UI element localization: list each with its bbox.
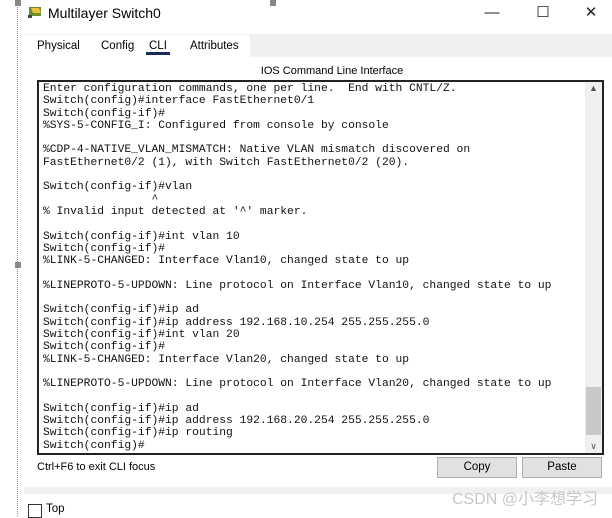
window-title: Multilayer Switch0: [48, 5, 161, 21]
top-label: Top: [46, 503, 65, 515]
terminal-line: Switch(config-if)#vlan: [43, 181, 193, 194]
terminal-line: %LINEPROTO-5-UPDOWN: Line protocol on In…: [43, 279, 552, 292]
scroll-up-icon[interactable]: ▲: [585, 83, 602, 93]
maximize-button[interactable]: ☐: [528, 2, 558, 24]
terminal-line: Switch(config-if)#: [43, 242, 166, 255]
terminal-line: Switch(config-if)#: [43, 341, 166, 354]
terminal-line: %CDP-4-NATIVE_VLAN_MISMATCH: Native VLAN…: [43, 144, 471, 157]
watermark: CSDN @小李想学习: [451, 491, 598, 508]
terminal-line: %LINEPROTO-5-UPDOWN: Line protocol on In…: [43, 378, 552, 391]
terminal-line: Switch(config)#interface FastEthernet0/1: [43, 95, 315, 108]
scrollbar-thumb[interactable]: [586, 387, 601, 435]
terminal-line: Switch(config-if)#ip address 192.168.20.…: [43, 415, 430, 428]
scroll-down-icon[interactable]: ∨: [585, 441, 602, 452]
minimize-button[interactable]: —: [477, 2, 507, 24]
cli-title: IOS Command Line Interface: [260, 65, 404, 77]
cli-focus-hint: Ctrl+F6 to exit CLI focus: [37, 461, 156, 473]
tab-cli[interactable]: CLI: [146, 40, 170, 55]
terminal-output[interactable]: Enter configuration commands, one per li…: [43, 83, 551, 452]
cli-terminal[interactable]: Enter configuration commands, one per li…: [37, 80, 604, 455]
tab-bar: Physical Config CLI Attributes: [24, 35, 250, 57]
switch-icon: [28, 7, 41, 18]
terminal-line: Switch(config-if)#int vlan 10: [43, 230, 240, 243]
terminal-line: Switch(config-if)#ip routing: [43, 427, 233, 440]
resize-handle[interactable]: [15, 262, 21, 268]
close-button[interactable]: ✕: [576, 2, 606, 24]
terminal-line: Switch(config-if)#int vlan 20: [43, 328, 240, 341]
terminal-line: Switch(config-if)#ip address 192.168.10.…: [43, 316, 430, 329]
paste-button[interactable]: Paste: [522, 457, 602, 478]
title-bar: Multilayer Switch0 — ☐ ✕: [20, 0, 612, 26]
terminal-line: % Invalid input detected at '^' marker.: [43, 205, 308, 218]
tab-physical[interactable]: Physical: [37, 40, 80, 52]
terminal-line: %LINK-5-CHANGED: Interface Vlan10, chang…: [43, 255, 410, 268]
selection-border: [17, 4, 18, 516]
terminal-line: Switch(config-if)#ip ad: [43, 304, 199, 317]
terminal-line: ^: [43, 193, 159, 206]
terminal-line: Switch(config-if)#: [43, 107, 166, 120]
tab-attributes[interactable]: Attributes: [190, 40, 239, 52]
terminal-line: %SYS-5-CONFIG_I: Configured from console…: [43, 119, 389, 132]
copy-button[interactable]: Copy: [437, 457, 517, 478]
terminal-line: Enter configuration commands, one per li…: [43, 83, 457, 95]
terminal-line: %LINK-5-CHANGED: Interface Vlan20, chang…: [43, 353, 410, 366]
scrollbar[interactable]: ▲ ∨: [585, 82, 602, 453]
terminal-line: Switch(config-if)#ip ad: [43, 402, 199, 415]
tab-config[interactable]: Config: [101, 40, 134, 52]
terminal-line: Switch(config)#: [43, 439, 145, 452]
terminal-line: FastEthernet0/2 (1), with Switch FastEth…: [43, 156, 410, 169]
